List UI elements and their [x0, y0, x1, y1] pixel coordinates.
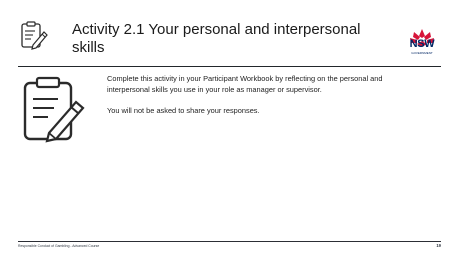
document-pencil-icon [21, 21, 48, 50]
nsw-logo-text: NSW [409, 38, 435, 50]
privacy-note-paragraph: You will not be asked to share your resp… [107, 105, 260, 115]
footer-divider [18, 241, 441, 242]
slide: Activity 2.1 Your personal and interpers… [0, 0, 459, 258]
instruction-paragraph: Complete this activity in your Participa… [107, 74, 383, 94]
activity-instructions: Complete this activity in your Participa… [107, 74, 397, 116]
footer-course-name: Responsible Conduct of Gambling - Advanc… [18, 244, 100, 248]
document-pencil-icon [23, 76, 85, 143]
page-number: 19 [436, 243, 441, 248]
header-divider [18, 66, 441, 67]
slide-header: Activity 2.1 Your personal and interpers… [0, 0, 459, 66]
slide-title: Activity 2.1 Your personal and interpers… [72, 21, 361, 56]
nsw-logo-subtext: GOVERNMENT [411, 51, 433, 55]
